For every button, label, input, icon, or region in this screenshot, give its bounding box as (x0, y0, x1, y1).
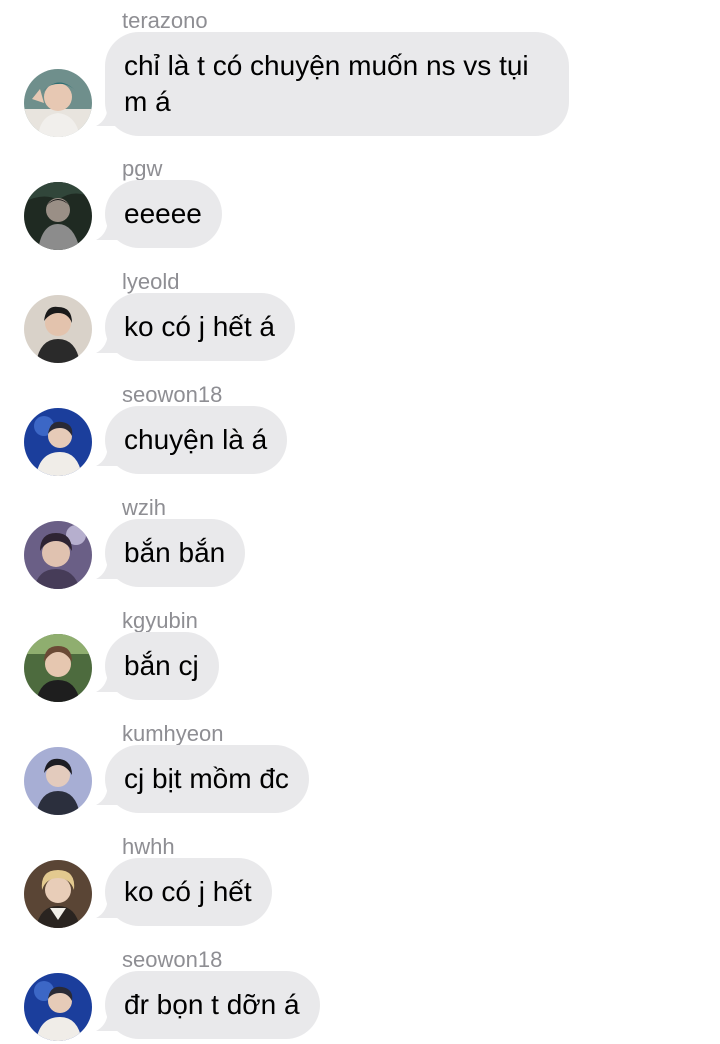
sender-name[interactable]: terazono (122, 8, 208, 34)
message-bubble[interactable]: bắn bắn (105, 519, 246, 587)
sender-name[interactable]: kumhyeon (122, 721, 224, 747)
message-bubble[interactable]: đr bọn t dỡn á (105, 971, 320, 1039)
sender-name[interactable]: wzih (122, 495, 166, 521)
avatar-icon[interactable] (24, 408, 92, 476)
message-thread[interactable]: terazono chỉ là t có chuyện muốn ns vs t… (0, 0, 720, 1044)
sender-name[interactable]: kgyubin (122, 608, 198, 634)
sender-name[interactable]: lyeold (122, 269, 179, 295)
message-bubble[interactable]: chuyện là á (105, 406, 288, 474)
avatar-icon[interactable] (24, 860, 92, 928)
avatar-icon[interactable] (24, 521, 92, 589)
avatar-icon[interactable] (24, 634, 92, 702)
avatar-icon[interactable] (24, 295, 92, 363)
sender-name[interactable]: pgw (122, 156, 162, 182)
sender-name[interactable]: seowon18 (122, 382, 222, 408)
message-bubble[interactable]: ko có j hết (105, 858, 272, 926)
message-bubble[interactable]: ko có j hết á (105, 293, 295, 361)
sender-name[interactable]: hwhh (122, 834, 175, 860)
avatar-icon[interactable] (24, 973, 92, 1041)
message-bubble[interactable]: eeeee (105, 180, 222, 248)
message-bubble[interactable]: bắn cj (105, 632, 219, 700)
avatar-icon[interactable] (24, 69, 92, 137)
message-bubble[interactable]: chỉ là t có chuyện muốn ns vs tụi m á (105, 32, 569, 136)
sender-name[interactable]: seowon18 (122, 947, 222, 973)
avatar-icon[interactable] (24, 182, 92, 250)
avatar-icon[interactable] (24, 747, 92, 815)
message-bubble[interactable]: cj bịt mồm đc (105, 745, 309, 813)
